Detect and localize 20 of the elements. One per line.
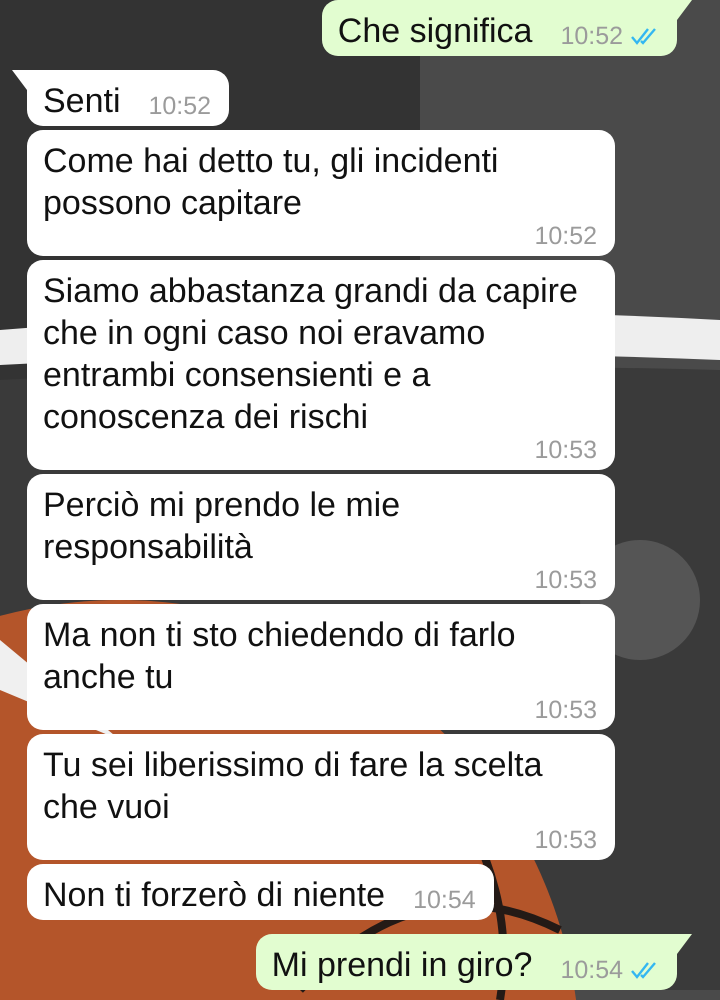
message-text: Non ti forzerò di niente (43, 875, 386, 916)
message-text: Siamo abbastanza grandi da capire che in ogni caso noi eravamo entrambi consensienti e a conoscenza dei rischi (43, 271, 579, 438)
message-time: 10:54 (413, 888, 476, 912)
message-time: 10:52 (534, 224, 597, 248)
message-text: Mi prendi in giro? (272, 945, 532, 986)
double-check-icon (631, 961, 659, 979)
message-text: Che significa (338, 11, 532, 52)
message-time: 10:53 (534, 828, 597, 852)
message-time: 10:54 (560, 958, 623, 982)
message-text: Come hai detto tu, gli incidenti possono capitare (43, 141, 500, 224)
message-time: 10:53 (534, 438, 597, 462)
message-text: Tu sei liberissimo di fare la scelta che vuoi (43, 745, 544, 828)
message-time: 10:52 (148, 94, 212, 118)
message-text: Ma non ti sto chiedendo di farlo anche tu (43, 615, 517, 698)
message-text: Perciò mi prendo le mie responsabilità (43, 485, 402, 568)
message-time: 10:52 (560, 24, 623, 48)
message-text: Senti (43, 81, 120, 122)
double-check-icon (631, 27, 659, 45)
message-time: 10:53 (534, 698, 597, 722)
message-time: 10:53 (534, 568, 597, 592)
